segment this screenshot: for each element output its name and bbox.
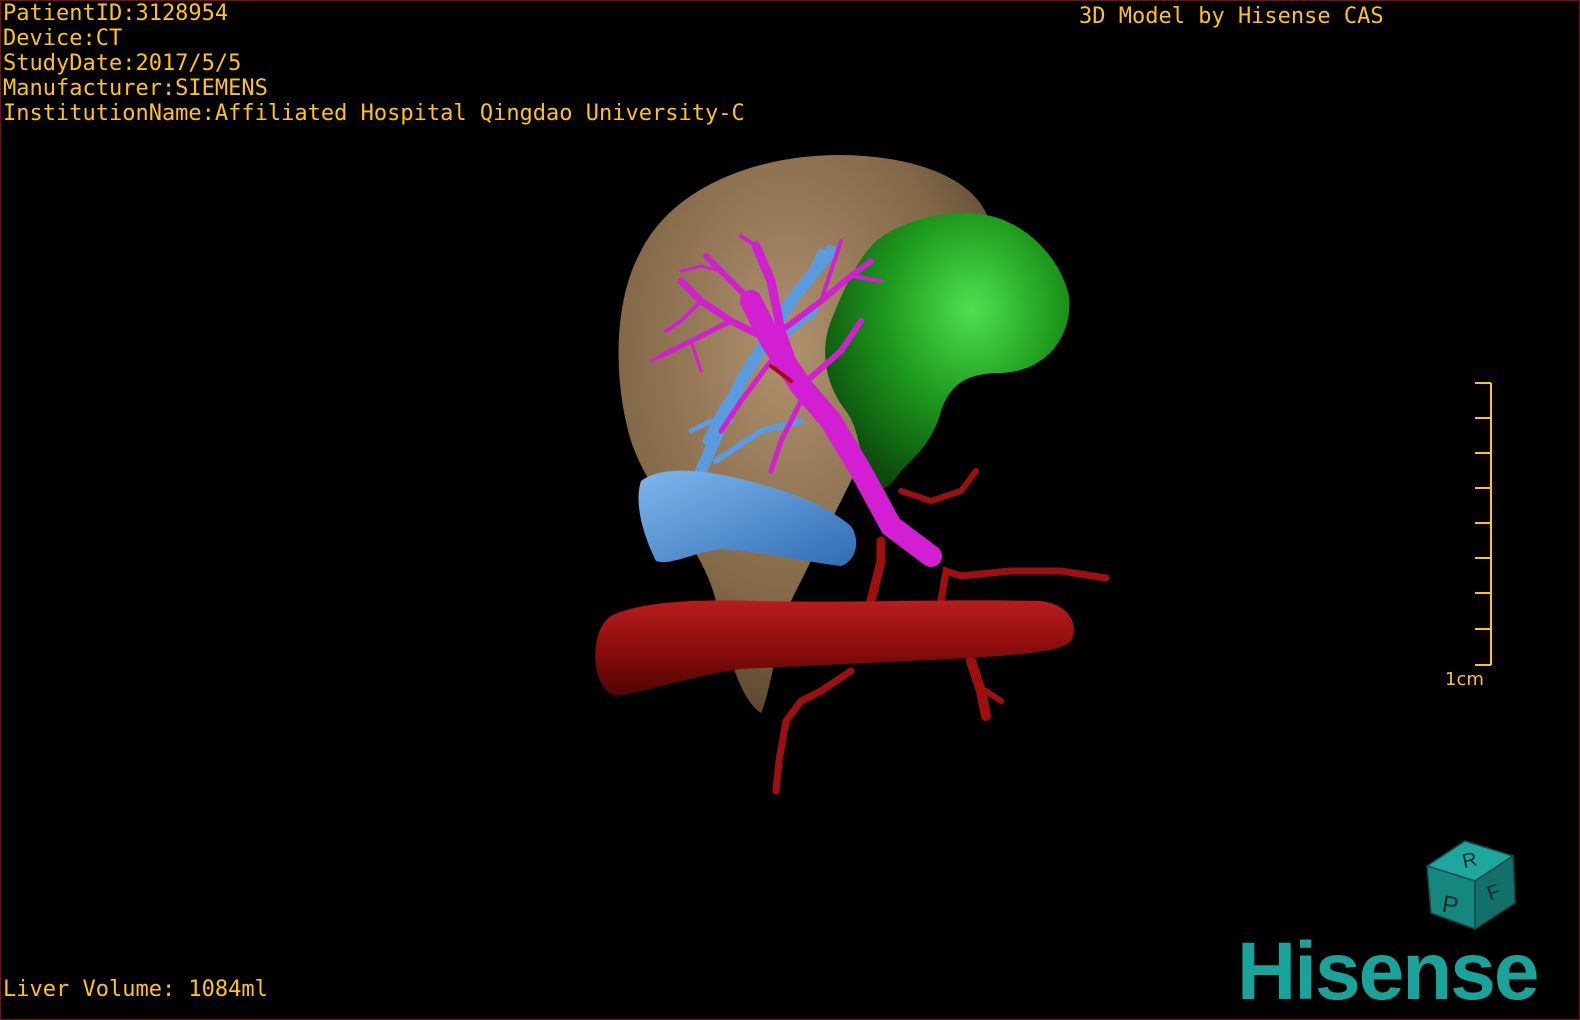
scale-bar-label: 1cm [1445, 669, 1484, 690]
study-date-text: StudyDate:2017/5/5 [3, 51, 242, 76]
liver-volume-text: Liver Volume: 1084ml [3, 977, 268, 1002]
scale-bar [1475, 382, 1492, 666]
anatomy-3d-render[interactable]: R P F [1, 1, 1580, 1020]
patient-id-text: PatientID:3128954 [3, 1, 229, 26]
ct-3d-viewport[interactable]: R P F PatientID:3128954 Device:CT StudyD… [0, 0, 1580, 1020]
model-credit-text: 3D Model by Hisense CAS [1079, 4, 1384, 29]
device-text: Device:CT [3, 26, 123, 51]
dicom-info-overlay: PatientID:3128954 Device:CT StudyDate:20… [1, 1, 745, 126]
institution-text: InstitutionName:Affiliated Hospital Qing… [3, 101, 745, 126]
hisense-logo: Hisense [1237, 926, 1540, 1017]
orientation-cube[interactable]: R P F [1425, 840, 1516, 931]
manufacturer-text: Manufacturer:SIEMENS [3, 76, 268, 101]
